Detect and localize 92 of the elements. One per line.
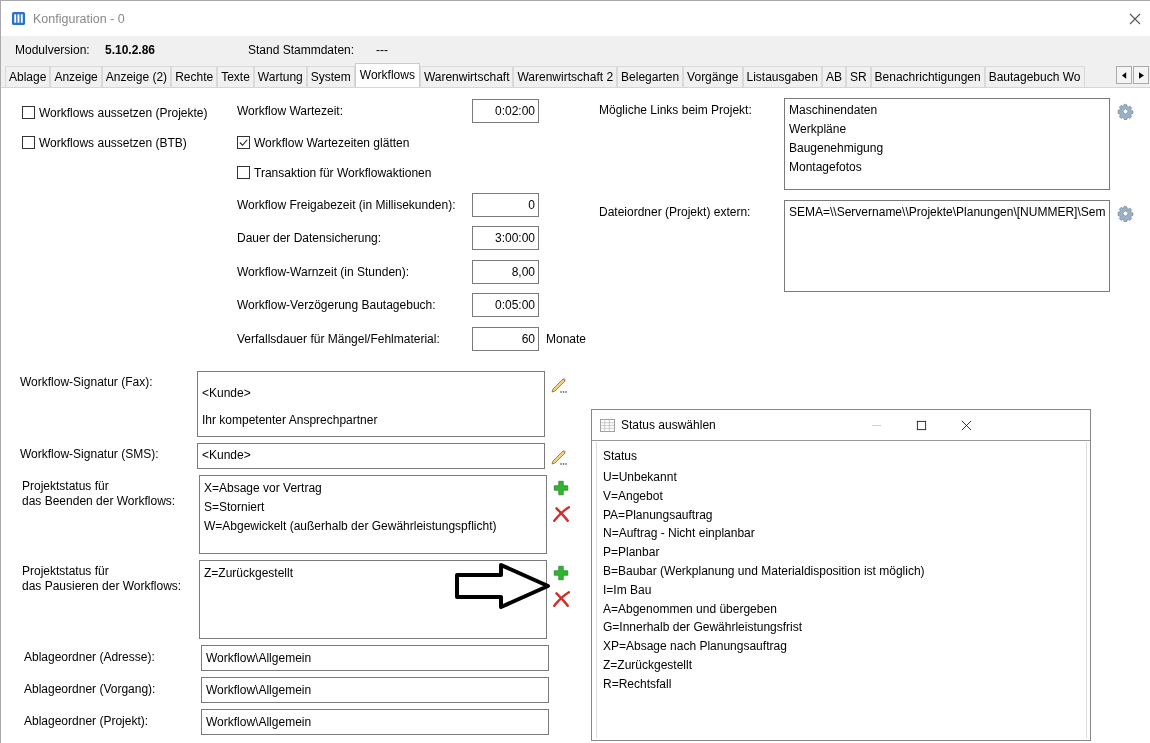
tab[interactable]: Workflows [354,63,420,87]
text-area[interactable]: <Kunde> Ihr kompetenter Ansprechpartner [197,371,545,437]
field-label: Workflow-Signatur (Fax): [19,374,154,390]
field-label: Projektstatus für das Pausieren der Workflows: [21,563,183,594]
pencil-icon[interactable] [550,447,568,465]
app-icon [11,11,26,26]
list-item[interactable]: U=Unbekannt [603,468,1086,487]
tab[interactable]: Vorgänge [683,66,743,87]
list-item[interactable]: A=Abgenommen und übergeben [603,599,1086,619]
input-field[interactable]: 0:02:00 [472,99,539,123]
close-icon[interactable] [1129,12,1141,25]
gear-icon[interactable] [1117,205,1134,222]
checkbox-label: Transaktion für Workflowaktionen [254,165,432,180]
field-label: Mögliche Links beim Projekt: [599,102,753,117]
info-value: 5.10.2.86 [105,42,157,57]
window-title: Konfiguration - 0 [33,11,125,26]
caret-left-icon [1121,71,1127,79]
field-label: Ablageordner (Projekt): [23,713,150,729]
list-item[interactable]: Z=Zurückgestellt [603,655,1086,675]
field-label: Dauer der Datensicherung: [237,231,383,245]
input-field[interactable]: 60 [472,326,539,351]
field-label: Workflow-Warnzeit (in Stunden): [237,264,411,279]
list-item[interactable]: PA=Planungsauftrag [603,505,1086,525]
tab[interactable]: Wartung [253,66,307,87]
info-value: --- [376,42,389,57]
text-area[interactable]: SEMA=\\Servername\\Projekte\Planungen\[NUMMER]\Sem [784,200,1110,292]
field-label: Dateiordner (Projekt) extern: [599,204,752,219]
tab[interactable]: Warenwirtschaft [419,66,514,87]
text-area[interactable]: Maschinendaten Werkpläne Baugenehmigung Montagefotos [784,98,1110,190]
list-item[interactable]: I=Im Bau [603,580,1086,600]
checkbox-label: Workflow Wartezeiten glätten [254,135,410,150]
input-field[interactable]: 8,00 [472,259,539,284]
tab[interactable]: Bautagebuch Wo [984,66,1085,87]
field-label: Ablageordner (Adresse): [23,649,156,665]
list-item[interactable]: P=Planbar [603,543,1086,562]
text-area[interactable]: Workflow\Allgemein [201,709,549,735]
tab[interactable]: Texte [217,66,254,87]
text-area[interactable]: X=Absage vor Vertrag S=Storniert W=Abgewickelt (außerhalb der Gewährleistungspflicht) [199,475,547,554]
tab[interactable]: Warenwirtschaft 2 [513,66,618,87]
tab[interactable]: Anzeige [50,66,102,87]
checkbox[interactable] [22,106,35,119]
list-item[interactable]: R=Rechtsfall [603,674,1086,694]
pencil-icon[interactable] [550,375,568,393]
text-area[interactable]: <Kunde> [197,443,545,469]
unit-label: Monate [546,331,587,346]
checkbox[interactable] [237,166,250,179]
field-label: Workflow Freigabezeit (in Millisekunden): [237,197,457,212]
checkbox[interactable] [237,136,250,149]
tab[interactable]: Benachrichtigungen [870,66,985,87]
tab[interactable]: Anzeige (2) [101,66,172,87]
table-icon [600,418,615,432]
maximize-icon[interactable] [915,419,927,431]
info-label: Modulversion: [15,42,91,57]
tab[interactable]: Ablage [5,66,51,87]
list-item[interactable]: V=Angebot [603,486,1086,506]
field-label: Verfallsdauer für Mängel/Fehlmaterial: [237,331,441,346]
add-icon[interactable] [552,479,570,497]
caret-right-icon [1138,71,1144,79]
delete-icon[interactable] [552,590,570,608]
input-field[interactable]: 0 [472,192,539,217]
list-item[interactable]: G=Innerhalb der Gewährleistungsfrist [603,618,1086,638]
tab[interactable]: SR [845,66,871,87]
info-label: Stand Stammdaten: [248,42,356,57]
close-icon[interactable] [960,419,972,431]
checkbox-label: Workflows aussetzen (Projekte) [39,105,208,120]
tab[interactable]: System [306,66,355,87]
field-label: Ablageordner (Vorgang): [23,681,157,697]
text-area[interactable]: Workflow\Allgemein [201,645,549,671]
tab[interactable]: AB [821,66,846,87]
checkbox[interactable] [22,136,35,149]
field-label: Workflow Wartezeit: [237,104,345,118]
tab-scroll-left[interactable] [1116,66,1132,84]
field-label: Workflow-Verzögerung Bautagebuch: [237,298,437,312]
gear-icon[interactable] [1117,103,1134,120]
text-area[interactable]: Z=Zurückgestellt [199,560,547,639]
field-label: Workflow-Signatur (SMS): [19,446,160,462]
dialog-title: Status auswählen [621,418,716,432]
field-label: Projektstatus für das Beenden der Workflows: [21,478,177,509]
tab[interactable]: Rechte [171,66,218,87]
list-item[interactable]: B=Baubar (Werkplanung und Materialdisposition ist möglich) [603,562,1086,581]
text-area[interactable]: Workflow\Allgemein [201,677,549,703]
tab[interactable]: Belegarten [617,66,684,87]
list-item[interactable]: XP=Absage nach Planungsauftrag [603,637,1086,656]
tab-scroll-right[interactable] [1133,66,1149,84]
column-header: Status [603,448,639,465]
add-icon[interactable] [552,564,570,582]
checkbox-label: Workflows aussetzen (BTB) [39,135,187,150]
list-item[interactable]: N=Auftrag - Nicht einplanbar [603,524,1086,544]
delete-icon[interactable] [552,505,570,523]
input-field[interactable]: 0:05:00 [472,293,539,317]
input-field[interactable]: 3:00:00 [472,226,539,250]
tab[interactable]: Listausgaben [742,66,822,87]
